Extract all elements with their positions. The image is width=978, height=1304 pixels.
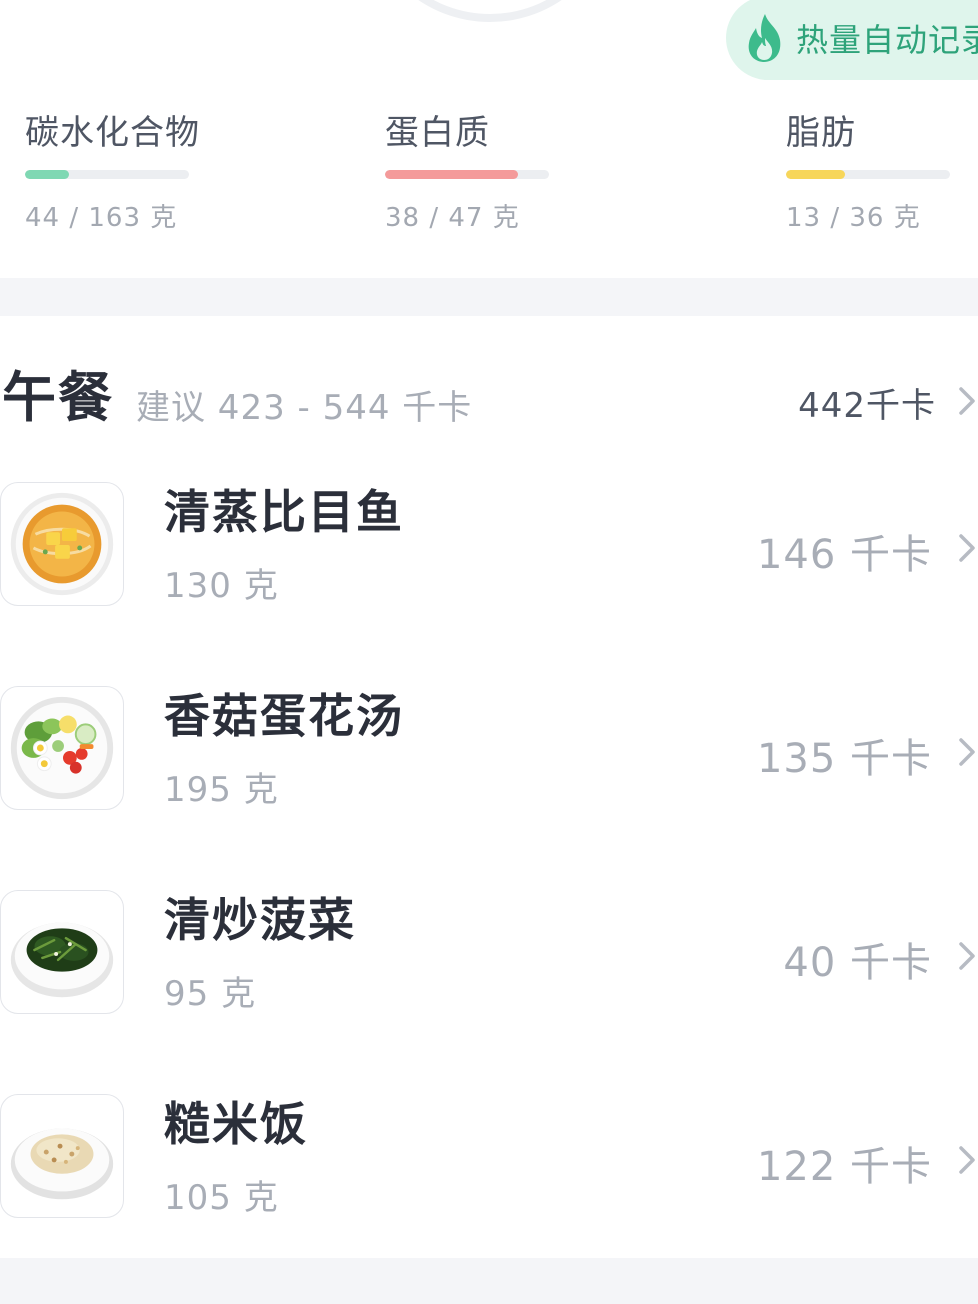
macro-progress-track bbox=[786, 170, 950, 179]
food-item[interactable]: 香菇蛋花汤 195 克 135 千卡 bbox=[0, 686, 978, 816]
food-thumbnail bbox=[0, 482, 124, 606]
food-calories: 135 千卡 bbox=[756, 736, 932, 782]
food-calories: 122 千卡 bbox=[756, 1144, 932, 1190]
rice-plate-icon bbox=[10, 1128, 114, 1200]
spinach-plate-icon bbox=[10, 922, 114, 998]
macro-progress-fill bbox=[25, 170, 70, 179]
fish-soup-icon bbox=[10, 492, 114, 596]
flame-icon bbox=[748, 14, 781, 62]
chevron-right-icon bbox=[959, 387, 975, 415]
food-name: 香菇蛋花汤 bbox=[164, 689, 404, 743]
macro-name: 碳水化合物 bbox=[25, 113, 200, 153]
macro-progress-fill bbox=[786, 170, 846, 179]
food-name: 清炒菠菜 bbox=[164, 893, 356, 947]
food-weight: 95 克 bbox=[164, 974, 257, 1014]
food-name: 糙米饭 bbox=[164, 1097, 308, 1151]
chevron-right-icon bbox=[959, 738, 975, 766]
macro-value: 38 / 47 克 bbox=[385, 203, 520, 233]
macro-fat: 脂肪 13 / 36 克 bbox=[786, 112, 978, 234]
macro-protein: 蛋白质 38 / 47 克 bbox=[385, 112, 585, 234]
salad-plate-icon bbox=[10, 696, 114, 800]
meal-suggestion: 建议 423 - 544 千卡 bbox=[136, 388, 473, 428]
meal-total: 442千卡 bbox=[798, 386, 936, 426]
macro-value: 44 / 163 克 bbox=[25, 203, 178, 233]
chevron-right-icon bbox=[959, 1146, 975, 1174]
macro-value: 13 / 36 克 bbox=[786, 203, 921, 233]
auto-record-label: 热量自动记录 bbox=[796, 21, 978, 59]
chevron-right-icon bbox=[959, 534, 975, 562]
food-item[interactable]: 糙米饭 105 克 122 千卡 bbox=[0, 1094, 978, 1224]
food-calories: 146 千卡 bbox=[756, 532, 932, 578]
food-item[interactable]: 清炒菠菜 95 克 40 千卡 bbox=[0, 890, 978, 1020]
food-thumbnail bbox=[0, 686, 124, 810]
food-item[interactable]: 清蒸比目鱼 130 克 146 千卡 bbox=[0, 482, 978, 612]
macro-name: 蛋白质 bbox=[385, 113, 490, 153]
chevron-right-icon bbox=[959, 942, 975, 970]
food-weight: 130 克 bbox=[164, 566, 279, 606]
calorie-ring-arc bbox=[370, 0, 610, 22]
macro-progress-track bbox=[385, 170, 549, 179]
section-divider bbox=[0, 1258, 978, 1304]
food-thumbnail bbox=[0, 1094, 124, 1218]
food-calories: 40 千卡 bbox=[783, 940, 932, 986]
food-name: 清蒸比目鱼 bbox=[164, 485, 404, 539]
macro-progress-fill bbox=[385, 170, 518, 179]
meal-title: 午餐 bbox=[2, 366, 114, 429]
macro-name: 脂肪 bbox=[786, 113, 856, 153]
food-thumbnail bbox=[0, 890, 124, 1014]
section-divider bbox=[0, 278, 978, 316]
auto-record-button[interactable]: 热量自动记录 bbox=[726, 0, 978, 80]
food-weight: 195 克 bbox=[164, 770, 279, 810]
macro-carbs: 碳水化合物 44 / 163 克 bbox=[25, 112, 225, 234]
macro-progress-track bbox=[25, 170, 189, 179]
food-weight: 105 克 bbox=[164, 1178, 279, 1218]
